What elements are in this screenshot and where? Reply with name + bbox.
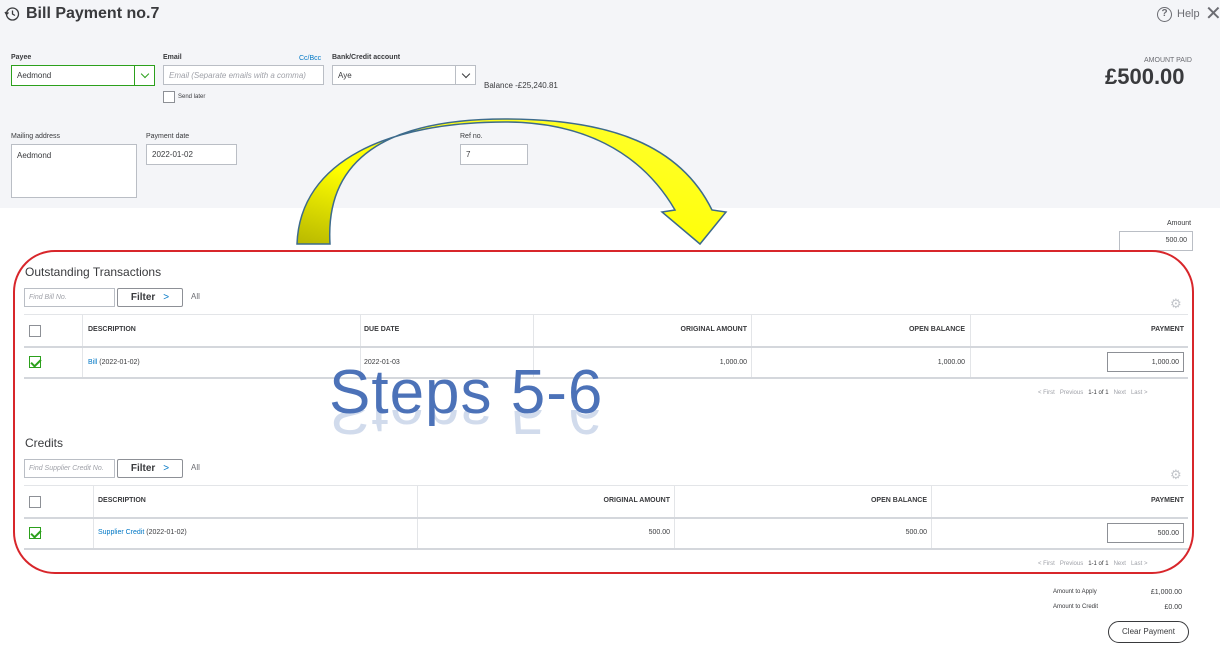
gear-icon[interactable]: ⚙ bbox=[1170, 296, 1182, 312]
pager-previous[interactable]: Previous bbox=[1060, 561, 1083, 567]
amount-to-credit-label: Amount to Credit bbox=[1053, 604, 1099, 610]
bill-description: Bill (2022-01-02) bbox=[88, 359, 140, 366]
payment-date-input[interactable]: 2022-01-02 bbox=[146, 144, 237, 165]
amount-to-credit-value: £0.00 bbox=[1164, 604, 1182, 611]
send-later-label: Send later bbox=[178, 94, 206, 100]
email-label: Email bbox=[163, 54, 182, 61]
amount-to-apply-value: £1,000.00 bbox=[1150, 589, 1182, 596]
pager-range: 1-1 of 1 bbox=[1088, 390, 1109, 396]
credit-date: (2022-01-02) bbox=[146, 529, 187, 536]
cc-bcc-link[interactable]: Cc/Bcc bbox=[299, 55, 321, 62]
bill-link[interactable]: Bill bbox=[88, 359, 97, 366]
bank-balance: Balance -£25,240.81 bbox=[484, 81, 558, 90]
payment-header-form bbox=[0, 32, 1220, 208]
outstanding-pagination: < First Previous 1-1 of 1 Next Last > bbox=[1038, 390, 1147, 396]
table-top-border bbox=[24, 485, 1188, 486]
filter-label: Filter bbox=[130, 463, 156, 474]
amount-to-apply-label: Amount to Apply bbox=[1053, 589, 1097, 595]
bank-account-label: Bank/Credit account bbox=[332, 54, 401, 61]
bank-dropdown-icon[interactable] bbox=[455, 66, 475, 84]
column-header-description[interactable]: DESCRIPTION bbox=[88, 326, 136, 333]
pager-range: 1-1 of 1 bbox=[1088, 561, 1109, 567]
find-bill-input[interactable]: Find Bill No. bbox=[24, 288, 115, 307]
recent-transactions-icon[interactable] bbox=[4, 6, 20, 22]
pager-last[interactable]: Last > bbox=[1131, 561, 1148, 567]
close-icon[interactable]: ✕ bbox=[1205, 4, 1220, 24]
header-row-border bbox=[24, 517, 1188, 519]
column-header-payment[interactable]: PAYMENT bbox=[980, 326, 1184, 333]
gear-icon[interactable]: ⚙ bbox=[1170, 467, 1182, 483]
outstanding-transactions-title: Outstanding Transactions bbox=[25, 265, 162, 279]
amount-paid-label: AMOUNT PAID bbox=[1144, 57, 1192, 64]
find-supplier-credit-input[interactable]: Find Supplier Credit No. bbox=[24, 459, 115, 478]
pager-previous[interactable]: Previous bbox=[1060, 390, 1083, 396]
credits-filter-button[interactable]: Filter > bbox=[117, 459, 183, 478]
table-top-border bbox=[24, 314, 1188, 315]
supplier-credit-link[interactable]: Supplier Credit bbox=[98, 529, 144, 536]
ref-no-input[interactable]: 7 bbox=[460, 144, 528, 165]
payee-select[interactable]: Aedmond bbox=[11, 65, 155, 86]
bill-payment-input[interactable]: 1,000.00 bbox=[1107, 352, 1184, 372]
steps-annotation-reflection: Steps 5-6 bbox=[329, 410, 604, 446]
credit-open-balance: 500.00 bbox=[905, 529, 927, 536]
credit-row-checkbox[interactable] bbox=[29, 527, 41, 539]
credit-description: Supplier Credit (2022-01-02) bbox=[98, 529, 187, 536]
pager-first[interactable]: < First bbox=[1038, 561, 1055, 567]
credits-all-label: All bbox=[191, 463, 200, 472]
mailing-address-label: Mailing address bbox=[11, 133, 61, 140]
outstanding-all-label: All bbox=[191, 292, 200, 301]
column-header-original-amount[interactable]: ORIGINAL AMOUNT bbox=[540, 326, 748, 333]
ref-no-label: Ref no. bbox=[460, 133, 483, 140]
credits-title: Credits bbox=[25, 436, 64, 450]
column-header-open-balance[interactable]: OPEN BALANCE bbox=[760, 326, 965, 333]
amount-paid-value: £500.00 bbox=[1105, 64, 1185, 89]
bill-row-checkbox[interactable] bbox=[29, 356, 41, 368]
filter-label: Filter bbox=[130, 292, 156, 303]
column-header-payment[interactable]: PAYMENT bbox=[940, 497, 1184, 504]
credit-payment-input[interactable]: 500.00 bbox=[1107, 523, 1184, 543]
column-header-due-date[interactable]: DUE DATE bbox=[364, 326, 399, 333]
pager-next[interactable]: Next bbox=[1114, 390, 1126, 396]
help-icon[interactable]: ? bbox=[1157, 7, 1172, 22]
payment-date-label: Payment date bbox=[146, 133, 190, 140]
header-row-border bbox=[24, 346, 1188, 348]
credits-pagination: < First Previous 1-1 of 1 Next Last > bbox=[1038, 561, 1147, 567]
column-header-description[interactable]: DESCRIPTION bbox=[98, 497, 146, 504]
row-border bbox=[24, 377, 1188, 379]
bill-date: (2022-01-02) bbox=[99, 359, 140, 366]
column-header-open-balance[interactable]: OPEN BALANCE bbox=[680, 497, 927, 504]
bank-account-select[interactable]: Aye bbox=[332, 65, 476, 85]
credit-original-amount: 500.00 bbox=[648, 529, 670, 536]
amount-input[interactable]: 500.00 bbox=[1119, 231, 1193, 251]
pager-last[interactable]: Last > bbox=[1131, 390, 1148, 396]
select-all-checkbox[interactable] bbox=[29, 325, 41, 337]
payee-value: Aedmond bbox=[17, 71, 52, 80]
help-link[interactable]: Help bbox=[1177, 8, 1200, 20]
bill-open-balance: 1,000.00 bbox=[937, 359, 965, 366]
send-later-checkbox[interactable] bbox=[163, 91, 175, 103]
payee-label: Payee bbox=[11, 54, 32, 61]
mailing-address-input[interactable]: Aedmond bbox=[11, 144, 137, 198]
row-border bbox=[24, 548, 1188, 550]
email-input[interactable]: Email (Separate emails with a comma) bbox=[163, 65, 324, 85]
top-bar: Bill Payment no.7 ? Help ✕ bbox=[0, 0, 1220, 32]
amount-label: Amount bbox=[1167, 220, 1192, 227]
chevron-right-icon: > bbox=[163, 463, 170, 474]
outstanding-filter-button[interactable]: Filter > bbox=[117, 288, 183, 307]
bank-account-value: Aye bbox=[338, 70, 352, 80]
pager-next[interactable]: Next bbox=[1114, 561, 1126, 567]
select-all-credits-checkbox[interactable] bbox=[29, 496, 41, 508]
page-title: Bill Payment no.7 bbox=[26, 5, 160, 22]
pager-first[interactable]: < First bbox=[1038, 390, 1055, 396]
column-header-original-amount[interactable]: ORIGINAL AMOUNT bbox=[425, 497, 671, 504]
clear-payment-button[interactable]: Clear Payment bbox=[1108, 621, 1189, 643]
chevron-right-icon: > bbox=[163, 292, 170, 303]
payee-dropdown-icon[interactable] bbox=[134, 66, 154, 85]
